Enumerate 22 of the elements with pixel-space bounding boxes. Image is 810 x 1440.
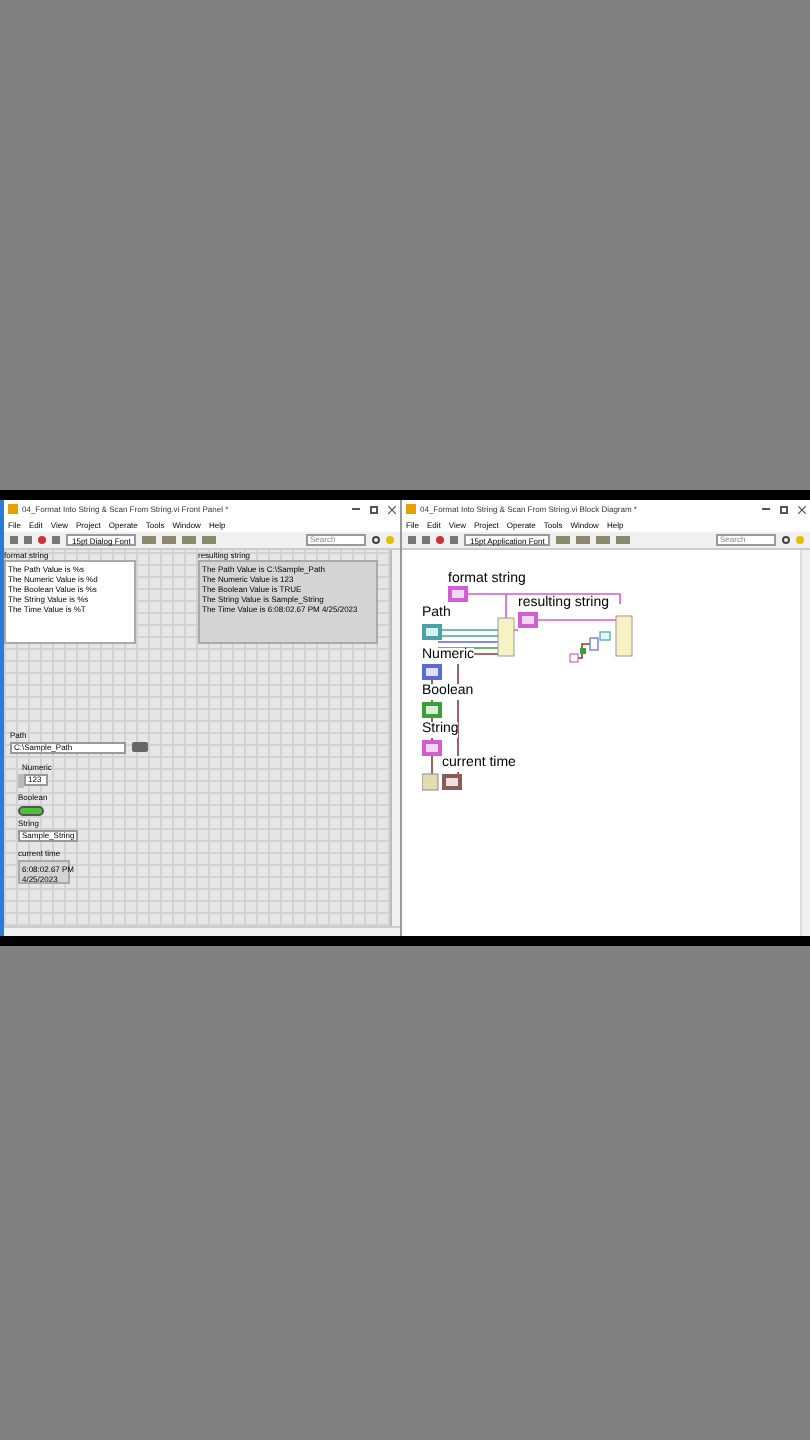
maximize-icon[interactable] [780,505,788,513]
boolean-switch[interactable] [18,806,44,816]
vertical-scrollbar[interactable] [800,550,810,936]
close-icon[interactable] [388,505,396,513]
app-icon [406,504,416,514]
terminal-icon[interactable] [422,702,442,718]
search-icon[interactable] [782,536,790,544]
app-icon [8,504,18,514]
terminal-icon[interactable] [518,612,538,628]
abort-icon[interactable] [38,536,46,544]
terminal-icon[interactable] [422,664,442,680]
terminal-icon[interactable] [422,624,442,640]
maximize-icon[interactable] [370,505,378,513]
abort-icon[interactable] [436,536,444,544]
help-icon[interactable] [796,536,804,544]
help-icon[interactable] [386,536,394,544]
browse-button[interactable] [132,742,148,752]
vertical-scrollbar[interactable] [392,550,400,926]
horizontal-scrollbar[interactable] [4,926,400,936]
search-icon[interactable] [372,536,380,544]
terminal-icon[interactable] [448,586,468,602]
close-icon[interactable] [798,505,806,513]
